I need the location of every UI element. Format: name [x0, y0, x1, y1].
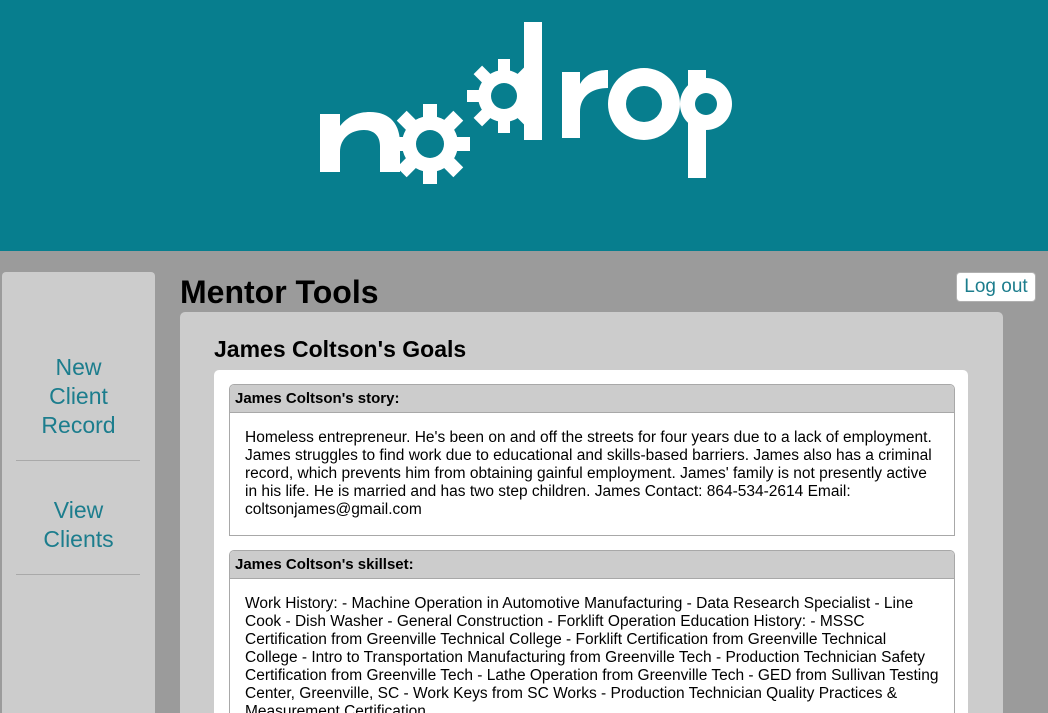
page-title: Mentor Tools — [180, 274, 379, 310]
story-text: Homeless entrepreneur. He's been on and … — [245, 429, 932, 518]
goals-content: James Coltson's story: Homeless entrepre… — [214, 370, 968, 713]
story-card: James Coltson's story: Homeless entrepre… — [229, 384, 955, 536]
story-heading: James Coltson's story: — [230, 385, 954, 413]
sidebar-item-label: Clients — [43, 526, 114, 552]
sidebar-item-new-client-record[interactable]: New Client Record — [2, 353, 155, 440]
skillset-text: Work History: - Machine Operation in Aut… — [245, 595, 939, 713]
sidebar: New Client Record View Clients — [2, 272, 155, 713]
header-banner — [0, 0, 1048, 251]
sidebar-divider — [16, 460, 140, 461]
goals-panel: James Coltson's Goals James Coltson's st… — [180, 312, 1003, 713]
sidebar-item-label: Client — [49, 383, 108, 409]
sidebar-item-label: View — [53, 497, 104, 523]
logout-button[interactable]: Log out — [956, 272, 1036, 302]
sidebar-item-label: New — [55, 354, 102, 380]
skillset-heading: James Coltson's skillset: — [230, 551, 954, 579]
skillset-card: James Coltson's skillset: Work History: … — [229, 550, 955, 713]
sidebar-item-view-clients[interactable]: View Clients — [2, 496, 155, 554]
goals-title: James Coltson's Goals — [214, 336, 467, 362]
sidebar-item-label: Record — [41, 412, 116, 438]
sidebar-divider — [16, 574, 140, 575]
nodrop-logo — [320, 22, 732, 184]
